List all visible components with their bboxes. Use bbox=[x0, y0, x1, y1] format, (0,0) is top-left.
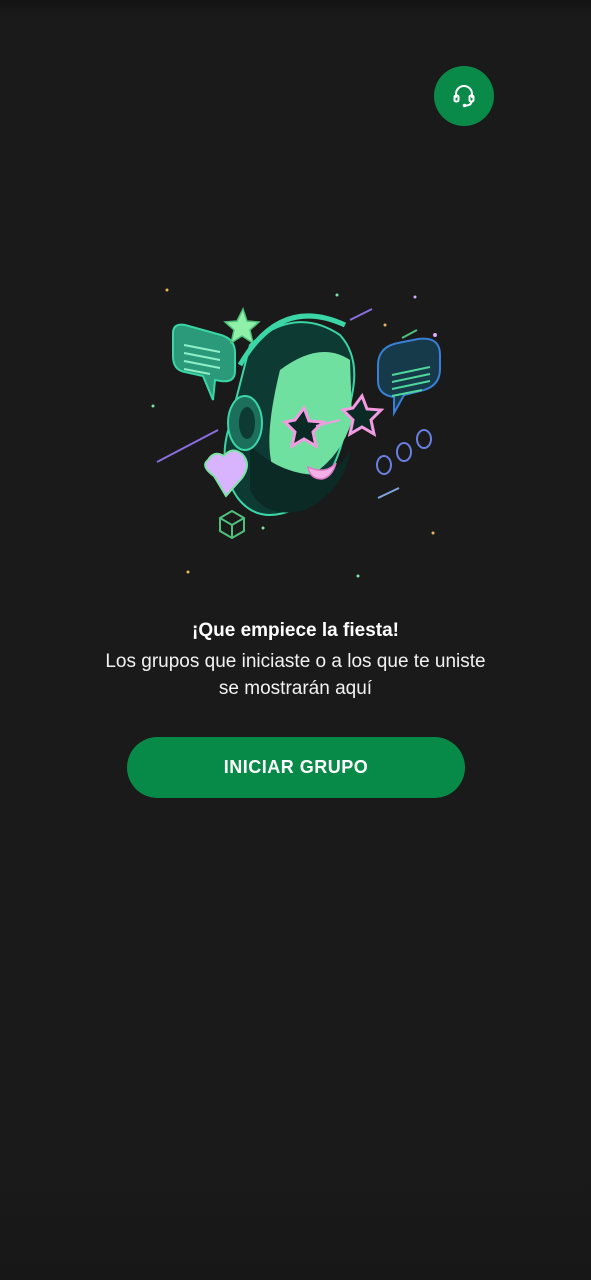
empty-state-message: Los grupos que iniciaste o a los que te … bbox=[105, 651, 486, 699]
status-bar-area bbox=[0, 0, 591, 18]
start-group-button[interactable]: INICIAR GRUPO bbox=[127, 737, 465, 798]
navigation-bar-area bbox=[0, 1160, 591, 1280]
groups-empty-screen: ¡Que empiece la fiesta! Los grupos que i… bbox=[0, 0, 591, 1280]
support-button[interactable] bbox=[434, 66, 494, 126]
empty-state-title: ¡Que empiece la fiesta! bbox=[192, 620, 399, 641]
party-dj-illustration bbox=[140, 275, 450, 585]
headset-icon bbox=[451, 83, 477, 109]
